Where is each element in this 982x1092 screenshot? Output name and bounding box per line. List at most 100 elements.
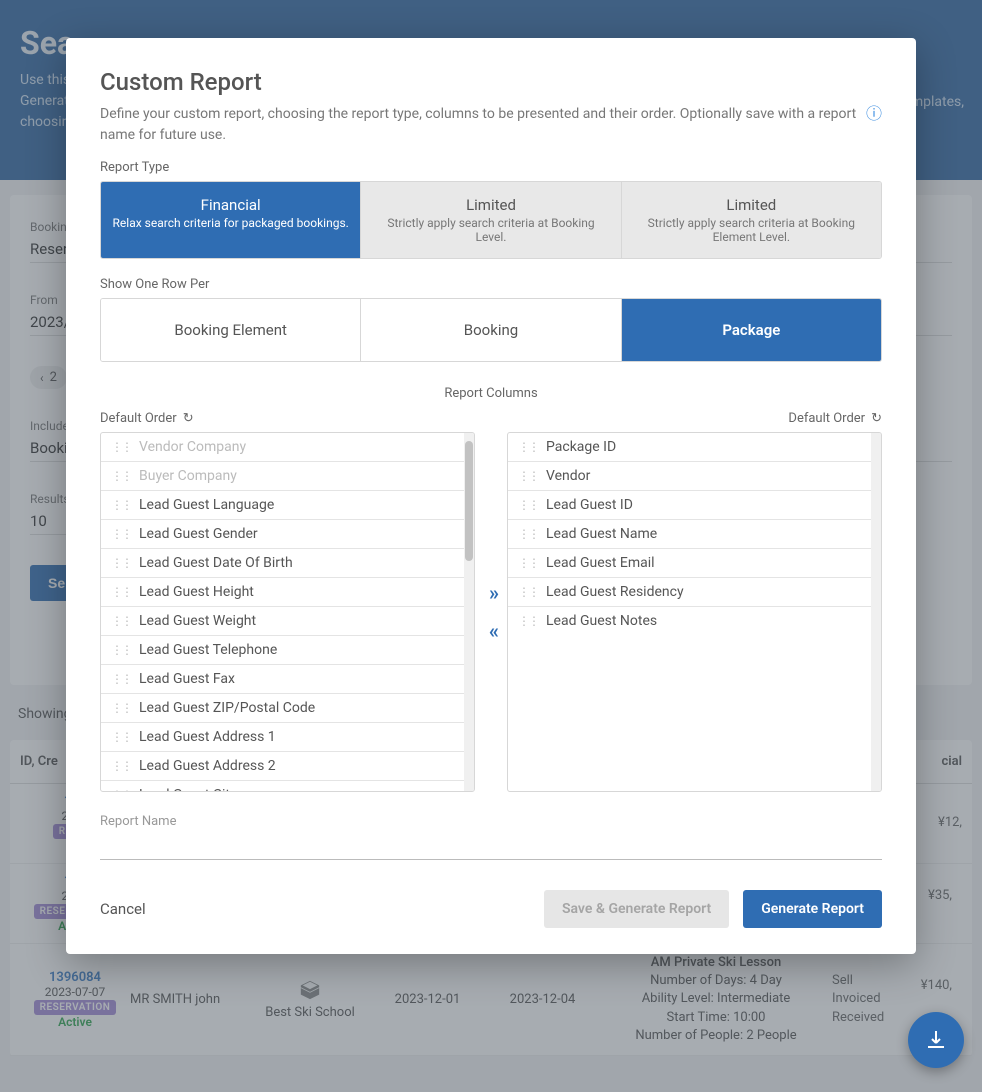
column-item[interactable]: ⋮⋮ Lead Guest Fax (101, 665, 464, 694)
report-type-option[interactable]: LimitedStrictly apply search criteria at… (361, 182, 621, 258)
save-generate-button: Save & Generate Report (544, 890, 729, 928)
help-icon[interactable]: ⓘ (866, 102, 882, 126)
drag-handle-icon[interactable]: ⋮⋮ (518, 469, 538, 483)
column-item: ⋮⋮ Buyer Company (101, 462, 464, 491)
move-right-button[interactable]: » (489, 581, 493, 605)
column-item[interactable]: ⋮⋮ Lead Guest Notes (508, 607, 871, 635)
column-item[interactable]: ⋮⋮ Lead Guest Email (508, 549, 871, 578)
column-label: Lead Guest Gender (139, 526, 258, 542)
column-label: Lead Guest Telephone (139, 642, 277, 658)
reset-icon[interactable]: ↻ (183, 411, 194, 426)
custom-report-modal: Custom Report Define your custom report,… (66, 38, 916, 954)
column-label: Vendor (546, 468, 590, 484)
row-per-option[interactable]: Package (622, 299, 881, 361)
column-label: Lead Guest Language (139, 497, 274, 513)
drag-handle-icon[interactable]: ⋮⋮ (518, 614, 538, 628)
column-item[interactable]: ⋮⋮ Lead Guest Gender (101, 520, 464, 549)
report-type-selector: Financial Relax search criteria for packa… (100, 181, 882, 259)
report-columns-label: Report Columns (100, 386, 882, 401)
drag-handle-icon[interactable]: ⋮⋮ (111, 701, 131, 715)
column-item[interactable]: ⋮⋮ Lead Guest Address 1 (101, 723, 464, 752)
column-item[interactable]: ⋮⋮ Package ID (508, 433, 871, 462)
drag-handle-icon[interactable]: ⋮⋮ (518, 440, 538, 454)
report-type-title: Limited (632, 196, 871, 214)
report-type-sub: Strictly apply search criteria at Bookin… (371, 216, 610, 244)
report-type-option[interactable]: Limited Strictly apply search criteria at… (622, 182, 881, 258)
column-label: Lead Guest ID (546, 497, 633, 513)
column-item[interactable]: ⋮⋮ Lead Guest ID (508, 491, 871, 520)
column-item[interactable]: ⋮⋮ Lead Guest Name (508, 520, 871, 549)
drag-handle-icon[interactable]: ⋮⋮ (518, 498, 538, 512)
column-label: Lead Guest Height (139, 584, 254, 600)
column-item[interactable]: ⋮⋮ Lead Guest Date Of Birth (101, 549, 464, 578)
column-label: Buyer Company (139, 468, 237, 484)
column-label: Package ID (546, 439, 616, 455)
row-per-option[interactable]: Booking (361, 299, 621, 361)
default-order-left[interactable]: Default Order (100, 411, 177, 426)
drag-handle-icon[interactable]: ⋮⋮ (111, 672, 131, 686)
drag-handle-icon: ⋮⋮ (111, 469, 131, 483)
drag-handle-icon[interactable]: ⋮⋮ (518, 527, 538, 541)
column-label: Lead Guest Date Of Birth (139, 555, 293, 571)
available-list-body[interactable]: ⋮⋮ Vendor Company ⋮⋮ Buyer Company ⋮⋮ Lead Gu… (101, 433, 464, 791)
column-item[interactable]: ⋮⋮ Lead Guest Address 2 (101, 752, 464, 781)
download-fab[interactable] (908, 1012, 964, 1068)
report-name-input[interactable] (100, 831, 882, 860)
column-item[interactable]: ⋮⋮ Lead Guest Residency (508, 578, 871, 607)
column-label: Lead Guest City (139, 787, 237, 791)
selected-columns-list: ⋮⋮ Package ID ⋮⋮ Vendor ⋮⋮ Lead Guest ID ⋮⋮ Lea… (507, 432, 882, 792)
row-per-label: Show One Row Per (100, 277, 882, 292)
column-label: Lead Guest ZIP/Postal Code (139, 700, 315, 716)
report-type-sub: Strictly apply search criteria at Bookin… (632, 216, 871, 244)
column-item[interactable]: ⋮⋮ Lead Guest Telephone (101, 636, 464, 665)
scroll-thumb[interactable] (465, 441, 473, 561)
column-item[interactable]: ⋮⋮ Lead Guest Language (101, 491, 464, 520)
column-label: Lead Guest Address 1 (139, 729, 276, 745)
drag-handle-icon[interactable]: ⋮⋮ (518, 556, 538, 570)
column-label: Lead Guest Residency (546, 584, 684, 600)
scrollbar[interactable] (871, 433, 881, 791)
column-item[interactable]: ⋮⋮ Vendor (508, 462, 871, 491)
selected-list-body[interactable]: ⋮⋮ Package ID ⋮⋮ Vendor ⋮⋮ Lead Guest ID ⋮⋮ Lea… (508, 433, 871, 791)
row-per-option[interactable]: Booking Element (101, 299, 361, 361)
column-label: Vendor Company (139, 439, 246, 455)
column-label: Lead Guest Weight (139, 613, 256, 629)
download-icon (924, 1028, 948, 1052)
column-label: Lead Guest Address 2 (139, 758, 276, 774)
default-order-right[interactable]: Default Order (788, 411, 865, 426)
report-type-sub: Relax search criteria for packaged booki… (111, 216, 350, 230)
drag-handle-icon[interactable]: ⋮⋮ (111, 788, 131, 791)
column-item[interactable]: ⋮⋮ Lead Guest Height (101, 578, 464, 607)
drag-handle-icon[interactable]: ⋮⋮ (111, 759, 131, 773)
cancel-button[interactable]: Cancel (100, 900, 146, 918)
column-label: Lead Guest Name (546, 526, 657, 542)
drag-handle-icon[interactable]: ⋮⋮ (111, 730, 131, 744)
drag-handle-icon[interactable]: ⋮⋮ (111, 585, 131, 599)
column-item[interactable]: ⋮⋮ Lead Guest Weight (101, 607, 464, 636)
move-left-button[interactable]: « (489, 619, 493, 643)
reset-icon[interactable]: ↻ (871, 411, 882, 426)
drag-handle-icon: ⋮⋮ (111, 440, 131, 454)
column-item[interactable]: ⋮⋮ Lead Guest City (101, 781, 464, 791)
available-columns-list: ⋮⋮ Vendor Company ⋮⋮ Buyer Company ⋮⋮ Lead Gu… (100, 432, 475, 792)
drag-handle-icon[interactable]: ⋮⋮ (111, 556, 131, 570)
drag-handle-icon[interactable]: ⋮⋮ (111, 498, 131, 512)
modal-title: Custom Report (100, 68, 882, 96)
column-label: Lead Guest Email (546, 555, 655, 571)
column-label: Lead Guest Notes (546, 613, 657, 629)
generate-button[interactable]: Generate Report (743, 890, 882, 928)
report-type-option[interactable]: Financial Relax search criteria for packa… (101, 182, 361, 258)
drag-handle-icon[interactable]: ⋮⋮ (518, 585, 538, 599)
report-name-label: Report Name (100, 814, 882, 829)
row-per-selector: Booking ElementBookingPackage (100, 298, 882, 362)
drag-handle-icon[interactable]: ⋮⋮ (111, 643, 131, 657)
report-type-label: Report Type (100, 160, 882, 175)
column-item: ⋮⋮ Vendor Company (101, 433, 464, 462)
drag-handle-icon[interactable]: ⋮⋮ (111, 527, 131, 541)
column-label: Lead Guest Fax (139, 671, 235, 687)
report-type-title: Financial (111, 196, 350, 214)
scrollbar[interactable] (464, 433, 474, 791)
column-item[interactable]: ⋮⋮ Lead Guest ZIP/Postal Code (101, 694, 464, 723)
transfer-panel: ⋮⋮ Vendor Company ⋮⋮ Buyer Company ⋮⋮ Lead Gu… (100, 432, 882, 792)
drag-handle-icon[interactable]: ⋮⋮ (111, 614, 131, 628)
